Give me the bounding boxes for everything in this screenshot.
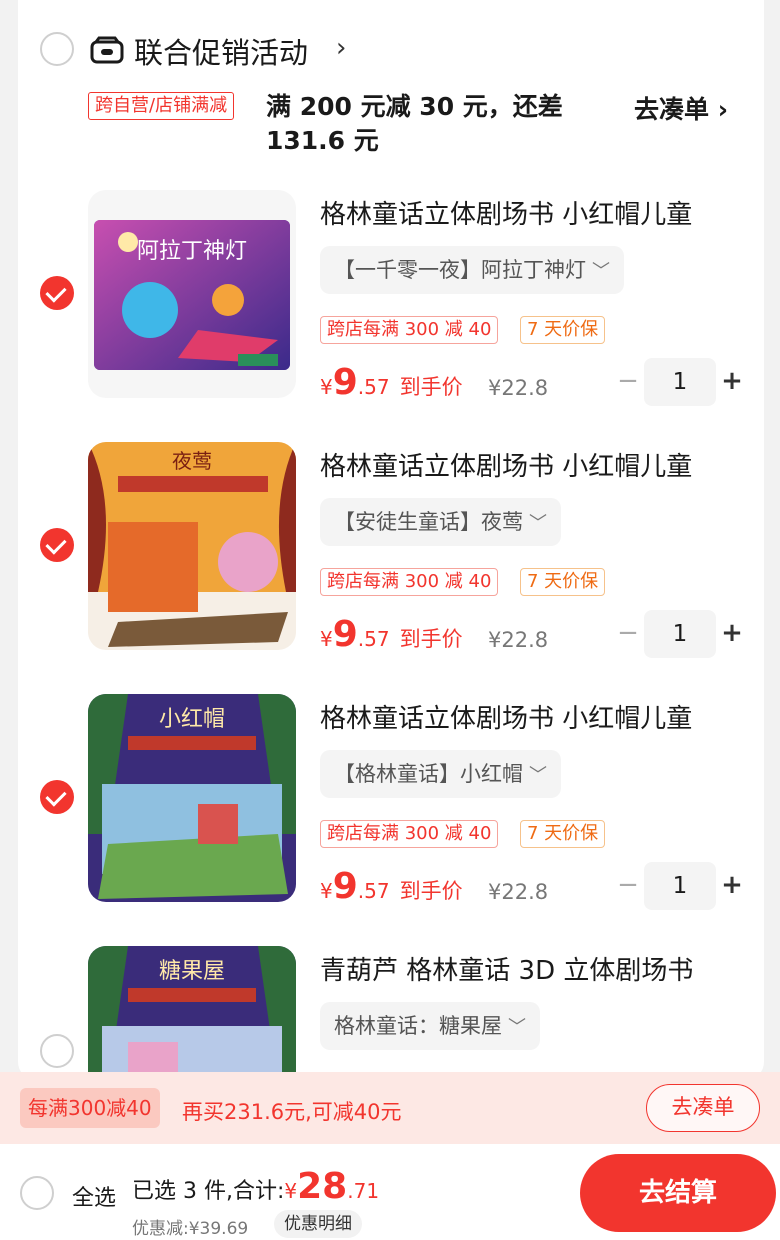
promo-bar-text: 再买231.6元,可减40元 (182, 1100, 402, 1124)
sku-label: 【安徒生童话】夜莺 (334, 510, 523, 534)
sku-selector[interactable]: 格林童话：糖果屋 ﹀ (320, 1002, 540, 1050)
promo-progress-text: 满 200 元减 30 元，还差 131.6 元 (266, 92, 563, 155)
checkout-button[interactable]: 去结算 (580, 1154, 776, 1232)
select-all-label[interactable]: 全选 (72, 1180, 116, 1212)
chevron-down-icon: ﹀ (508, 1017, 526, 1038)
item-title[interactable]: 格林童话立体剧场书 小红帽儿童 (320, 446, 692, 483)
promo-bar: 每满300减40 再买231.6元,可减40元 去凑单 (0, 1072, 780, 1144)
original-price: ¥22.8 (488, 880, 549, 904)
cart-item: 糖果屋 青葫芦 格林童话 3D 立体剧场书 格林童话：糖果屋 ﹀ (18, 946, 764, 1072)
final-price: ¥9.57 到手价 (320, 614, 463, 655)
sku-label: 【一千零一夜】阿拉丁神灯 (334, 258, 586, 282)
decrease-quantity-button[interactable]: − (616, 368, 640, 394)
svg-text:小红帽: 小红帽 (159, 707, 225, 732)
original-price: ¥22.8 (488, 628, 549, 652)
go-collect-button[interactable]: 去凑单 (646, 1084, 760, 1132)
product-image[interactable]: 糖果屋 (88, 946, 296, 1072)
select-all-radio[interactable] (20, 1176, 54, 1210)
item-select-radio[interactable] (40, 780, 74, 814)
chevron-down-icon: ﹀ (529, 765, 547, 786)
price-protect-tag: 7 天价保 (520, 820, 606, 848)
quantity-input[interactable]: 1 (644, 862, 716, 910)
svg-text:夜莺: 夜莺 (172, 449, 212, 473)
product-image[interactable]: 小红帽 (88, 694, 296, 902)
order-summary: 已选 3 件,合计:¥28.71 (132, 1166, 380, 1207)
increase-quantity-button[interactable]: + (720, 368, 744, 394)
item-title[interactable]: 格林童话立体剧场书 小红帽儿童 (320, 194, 692, 231)
total-price: ¥28.71 (284, 1166, 380, 1207)
svg-text:阿拉丁神灯: 阿拉丁神灯 (137, 239, 247, 264)
go-collect-link[interactable]: 去凑单 › (634, 90, 728, 126)
cross-store-discount-tag: 跨店每满 300 减 40 (320, 316, 499, 344)
product-image[interactable]: 夜莺 (88, 442, 296, 650)
chevron-right-icon[interactable]: › (336, 33, 346, 63)
chevron-down-icon: ﹀ (529, 513, 547, 534)
cross-store-discount-tag: 跨店每满 300 减 40 (320, 568, 499, 596)
quantity-input[interactable]: 1 (644, 610, 716, 658)
price-protect-tag: 7 天价保 (520, 316, 606, 344)
cart-item: 阿拉丁神灯 格林童话立体剧场书 小红帽儿童 【一千零一夜】阿拉丁神灯 ﹀ 跨店每满… (18, 190, 764, 442)
chevron-down-icon: ﹀ (592, 261, 610, 282)
group-select-radio[interactable] (40, 32, 74, 66)
discount-detail-button[interactable]: 优惠明细 (274, 1210, 362, 1238)
final-price: ¥9.57 到手价 (320, 362, 463, 403)
cart-item: 小红帽 格林童话立体剧场书 小红帽儿童 【格林童话】小红帽 ﹀ 跨店每满 300 … (18, 694, 764, 946)
item-title[interactable]: 青葫芦 格林童话 3D 立体剧场书 (320, 950, 693, 987)
sku-selector[interactable]: 【一千零一夜】阿拉丁神灯 ﹀ (320, 246, 624, 294)
promo-bar-tag: 每满300减40 (20, 1088, 160, 1128)
sku-label: 【格林童话】小红帽 (334, 762, 523, 786)
cross-store-discount-tag: 跨店每满 300 减 40 (320, 820, 499, 848)
shop-icon (90, 36, 124, 64)
sku-selector[interactable]: 【安徒生童话】夜莺 ﹀ (320, 498, 561, 546)
item-title[interactable]: 格林童话立体剧场书 小红帽儿童 (320, 698, 692, 735)
group-title[interactable]: 联合促销活动 (134, 30, 308, 72)
sku-selector[interactable]: 【格林童话】小红帽 ﹀ (320, 750, 561, 798)
discount-amount: 优惠减:¥39.69 (132, 1219, 249, 1239)
increase-quantity-button[interactable]: + (720, 872, 744, 898)
price-protect-tag: 7 天价保 (520, 568, 606, 596)
increase-quantity-button[interactable]: + (720, 620, 744, 646)
cart-item: 夜莺 格林童话立体剧场书 小红帽儿童 【安徒生童话】夜莺 ﹀ 跨店每满 300 减… (18, 442, 764, 694)
sku-label: 格林童话：糖果屋 (334, 1014, 502, 1038)
item-select-radio[interactable] (40, 276, 74, 310)
original-price: ¥22.8 (488, 376, 549, 400)
product-image[interactable]: 阿拉丁神灯 (88, 190, 296, 398)
decrease-quantity-button[interactable]: − (616, 872, 640, 898)
decrease-quantity-button[interactable]: − (616, 620, 640, 646)
promo-type-tag: 跨自营/店铺满减 (88, 92, 235, 120)
cart-group-card: 联合促销活动 › 跨自营/店铺满减 满 200 元减 30 元，还差 131.6… (18, 0, 764, 1080)
svg-text:糖果屋: 糖果屋 (159, 959, 225, 984)
checkout-bar: 全选 已选 3 件,合计:¥28.71 优惠减:¥39.69 优惠明细 去结算 (0, 1144, 780, 1240)
final-price: ¥9.57 到手价 (320, 866, 463, 907)
item-select-radio[interactable] (40, 1034, 74, 1068)
item-select-radio[interactable] (40, 528, 74, 562)
quantity-input[interactable]: 1 (644, 358, 716, 406)
group-header: 联合促销活动 › (18, 0, 764, 100)
